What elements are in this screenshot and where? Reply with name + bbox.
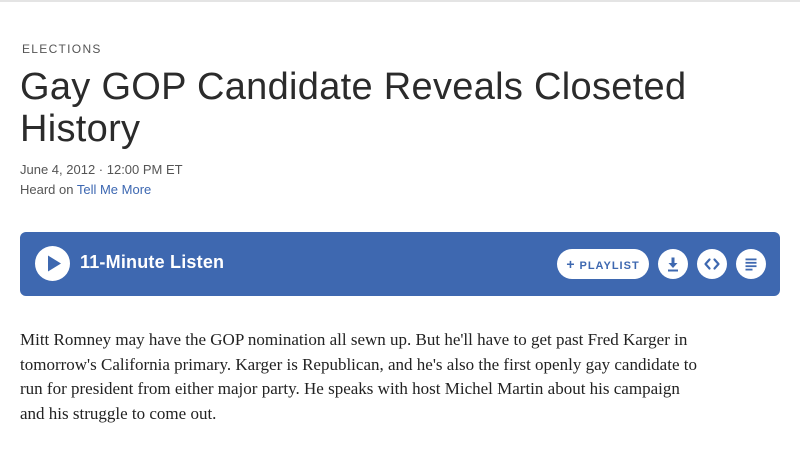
audio-player: 11-Minute Listen + PLAYLIST xyxy=(20,232,780,296)
play-button[interactable] xyxy=(35,246,70,281)
heard-on-prefix: Heard on xyxy=(20,182,77,197)
transcript-lines-icon xyxy=(745,258,757,271)
top-divider xyxy=(0,0,800,2)
embed-button[interactable] xyxy=(697,249,727,279)
heard-on-line: Heard on Tell Me More xyxy=(20,182,151,197)
transcript-button[interactable] xyxy=(736,249,766,279)
listen-duration-label[interactable]: 11-Minute Listen xyxy=(80,252,224,273)
play-icon xyxy=(48,255,61,272)
program-link[interactable]: Tell Me More xyxy=(77,182,151,197)
embed-code-icon xyxy=(704,258,720,270)
story-dateline: June 4, 2012 · 12:00 PM ET xyxy=(20,162,183,177)
download-button[interactable] xyxy=(658,249,688,279)
plus-icon: + xyxy=(566,256,576,272)
story-teaser: Mitt Romney may have the GOP nomination … xyxy=(20,330,697,423)
add-to-playlist-button[interactable]: + PLAYLIST xyxy=(557,249,649,279)
playlist-label: PLAYLIST xyxy=(579,260,640,272)
section-label[interactable]: ELECTIONS xyxy=(22,42,102,56)
download-icon xyxy=(668,257,678,272)
story-headline: Gay GOP Candidate Reveals Closeted Histo… xyxy=(20,66,687,150)
